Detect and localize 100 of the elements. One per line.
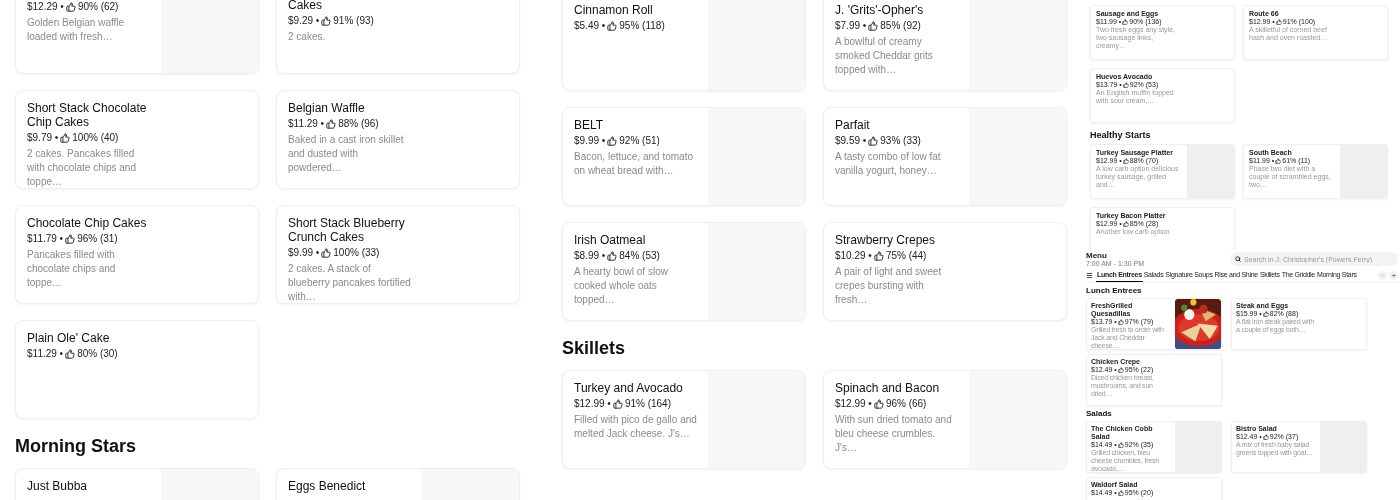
item-title: Parfait <box>835 118 871 132</box>
item-rating: 91% (93) <box>333 14 374 28</box>
thumbs-up-icon <box>1122 158 1129 164</box>
arrow-left-icon <box>1380 273 1385 278</box>
item-title: Short Stack Chocolate Chip Cakes <box>27 101 148 129</box>
section-heading: Healthy Starts <box>1090 129 1152 141</box>
item-description: Filled with pico de gallo and melted Jack cheese. J's… <box>574 413 697 441</box>
section-heading: Lunch Entrees <box>1086 286 1143 296</box>
item-title: BELT <box>574 118 605 132</box>
menu-item-card[interactable]: $12.29 • 90% (62) Golden Belgian waffle loaded with fresh… <box>15 0 259 74</box>
item-description: A bowlful of creamy smoked Cheddar grits topped with… <box>835 35 934 77</box>
item-title: Irish Oatmeal <box>574 233 647 247</box>
menu-item-card[interactable]: Turkey and Avocado $12.99 • 91% (164) Filled with pico de gallo and melted Jack cheese. J's… <box>562 370 806 469</box>
thumbs-up-icon <box>868 136 879 146</box>
thumbs-up-icon <box>1117 319 1124 325</box>
item-price: $7.99 • <box>835 19 867 33</box>
item-price: $11.29 • <box>27 347 64 361</box>
item-price: $9.29 • <box>288 14 320 28</box>
menu-item-card[interactable]: Strawberry Crepes $10.29 • 75% (44) A pair of light and sweet crepes bursting with fresh… <box>823 222 1067 321</box>
thumbs-up-icon <box>607 136 618 146</box>
item-description: 2 cakes. A stack of blueberry pancakes fortified with… <box>288 262 411 303</box>
menu-item-card[interactable]: Belgian Waffle $11.29 • 88% (96) Baked in a cast iron skillet and dusted with powdered… <box>276 90 520 189</box>
item-price: $9.99 • <box>574 134 606 148</box>
thumbs-up-icon <box>60 133 71 143</box>
menu-item-card[interactable]: Cakes $9.29 • 91% (93) 2 cakes. <box>276 0 520 74</box>
thumbs-up-icon <box>1275 158 1282 164</box>
item-price: $12.29 • <box>27 0 64 14</box>
section-heading: Skillets <box>562 337 627 360</box>
item-title: Cakes <box>288 0 323 12</box>
menu-icon[interactable] <box>1086 272 1093 279</box>
thumbs-up-icon <box>65 2 76 12</box>
menu-item-card[interactable]: Chocolate Chip Cakes $11.79 • 96% (31) Pancakes filled with chocolate chips and toppe… <box>15 205 259 304</box>
menu-item-card[interactable]: Just Bubba <box>15 468 259 500</box>
menu-item-card[interactable]: J. 'Grits'-Opher's $7.99 • 85% (92) A bowlful of creamy smoked Cheddar grits topped with… <box>823 0 1067 91</box>
menu-item-card[interactable]: Cinnamon Roll $5.49 • 95% (118) <box>562 0 806 91</box>
item-title: Eggs Benedict <box>288 479 367 493</box>
item-price: $9.59 • <box>835 134 867 148</box>
menu-item-card[interactable]: Short Stack Chocolate Chip Cakes $9.79 • 100% (40) 2 cakes. Pancakes filled with chocolate chips and toppe… <box>15 90 259 189</box>
thumbs-up-icon <box>1122 19 1129 25</box>
menu-item-card[interactable]: BELT $9.99 • 92% (51) Bacon, lettuce, and tomato on wheat bread with… <box>562 107 806 206</box>
item-price: $12.99 • <box>835 397 872 411</box>
scroll-right-button[interactable] <box>1389 271 1398 280</box>
item-description: Bacon, lettuce, and tomato on wheat bread with… <box>574 150 694 178</box>
thumbs-up-icon <box>607 251 618 261</box>
item-rating: 84% (53) <box>619 249 660 263</box>
item-rating: 75% (44) <box>885 249 927 263</box>
item-title: J. 'Grits'-Opher's <box>835 3 925 17</box>
item-description: With sun dried tomato and bleu cheese crumbles. J's… <box>835 413 953 455</box>
thumbs-up-icon <box>873 251 884 261</box>
item-title: Strawberry Crepes <box>835 233 937 247</box>
thumbs-up-icon <box>607 21 618 31</box>
item-rating: 91% (164) <box>624 397 671 411</box>
thumbs-up-icon <box>1122 221 1129 227</box>
menu-item-card[interactable]: Eggs Benedict <box>276 468 520 500</box>
item-title: Turkey and Avocado <box>574 381 684 395</box>
item-title: Spinach and Bacon <box>835 381 941 395</box>
menu-item-card[interactable]: Irish Oatmeal $8.99 • 84% (53) A hearty bowl of slow cooked whole oats topped… <box>562 222 806 321</box>
thumbs-up-icon <box>1117 490 1124 496</box>
item-price: $11.79 • <box>27 232 64 246</box>
item-price: $9.99 • <box>288 246 320 260</box>
menu-title: Menu <box>1086 252 1108 260</box>
section-heading: Morning Stars <box>15 435 137 458</box>
item-title: Just Bubba <box>27 479 89 493</box>
item-price: $5.49 • <box>574 19 606 33</box>
item-rating: 88% (96) <box>338 117 379 131</box>
menu-item-card[interactable]: Short Stack Blueberry Crunch Cakes $9.99 • 100% (33) 2 cakes. A stack of blueberry pancakes fortified with… <box>276 205 520 304</box>
thumbs-up-icon <box>321 16 332 26</box>
thumbs-up-icon <box>1275 19 1282 25</box>
item-title: Belgian Waffle <box>288 101 366 115</box>
thumbs-up-icon <box>612 399 623 409</box>
item-rating: 90% (62) <box>77 0 119 14</box>
item-rating: 85% (92) <box>880 19 921 33</box>
thumbs-up-icon <box>65 349 76 359</box>
item-price: $10.29 • <box>835 249 872 263</box>
item-rating: 95% (118) <box>619 19 665 33</box>
item-title: Cinnamon Roll <box>574 3 654 17</box>
item-description: 2 cakes. Pancakes filled with chocolate chips and toppe… <box>27 147 137 188</box>
item-rating: 96% (31) <box>77 232 118 246</box>
menu-item-card[interactable]: Parfait $9.59 • 93% (33) A tasty combo of low fat vanilla yogurt, honey… <box>823 107 1067 206</box>
item-description: Baked in a cast iron skillet and dusted with powdered… <box>288 133 405 175</box>
item-price: $12.99 • <box>574 397 611 411</box>
item-price: $9.79 • <box>27 131 59 145</box>
item-title: Plain Ole' Cake <box>27 331 111 345</box>
arrow-right-icon <box>1391 273 1396 278</box>
thumbs-up-icon <box>1262 434 1269 440</box>
item-description: A tasty combo of low fat vanilla yogurt, honey… <box>835 150 942 178</box>
thumbs-up-icon <box>65 234 76 244</box>
menu-item-card[interactable]: Plain Ole' Cake $11.29 • 80% (30) <box>15 320 259 419</box>
item-description: A pair of light and sweet crepes bursting with fresh… <box>835 265 943 307</box>
item-description: 2 cakes. <box>288 30 327 44</box>
item-rating: 93% (33) <box>880 134 921 148</box>
menu-item-card[interactable]: Spinach and Bacon $12.99 • 96% (66) With sun dried tomato and bleu cheese crumbles. J's… <box>823 370 1067 469</box>
item-description: Pancakes filled with chocolate chips and toppe… <box>27 248 117 290</box>
item-rating: 80% (30) <box>77 347 118 361</box>
item-price: $11.29 • <box>288 117 325 131</box>
section-heading: Salads <box>1086 409 1113 419</box>
item-rating: 96% (66) <box>885 397 927 411</box>
thumbs-up-icon <box>326 119 337 129</box>
thumbs-up-icon <box>1117 367 1124 373</box>
thumbs-up-icon <box>868 21 879 31</box>
